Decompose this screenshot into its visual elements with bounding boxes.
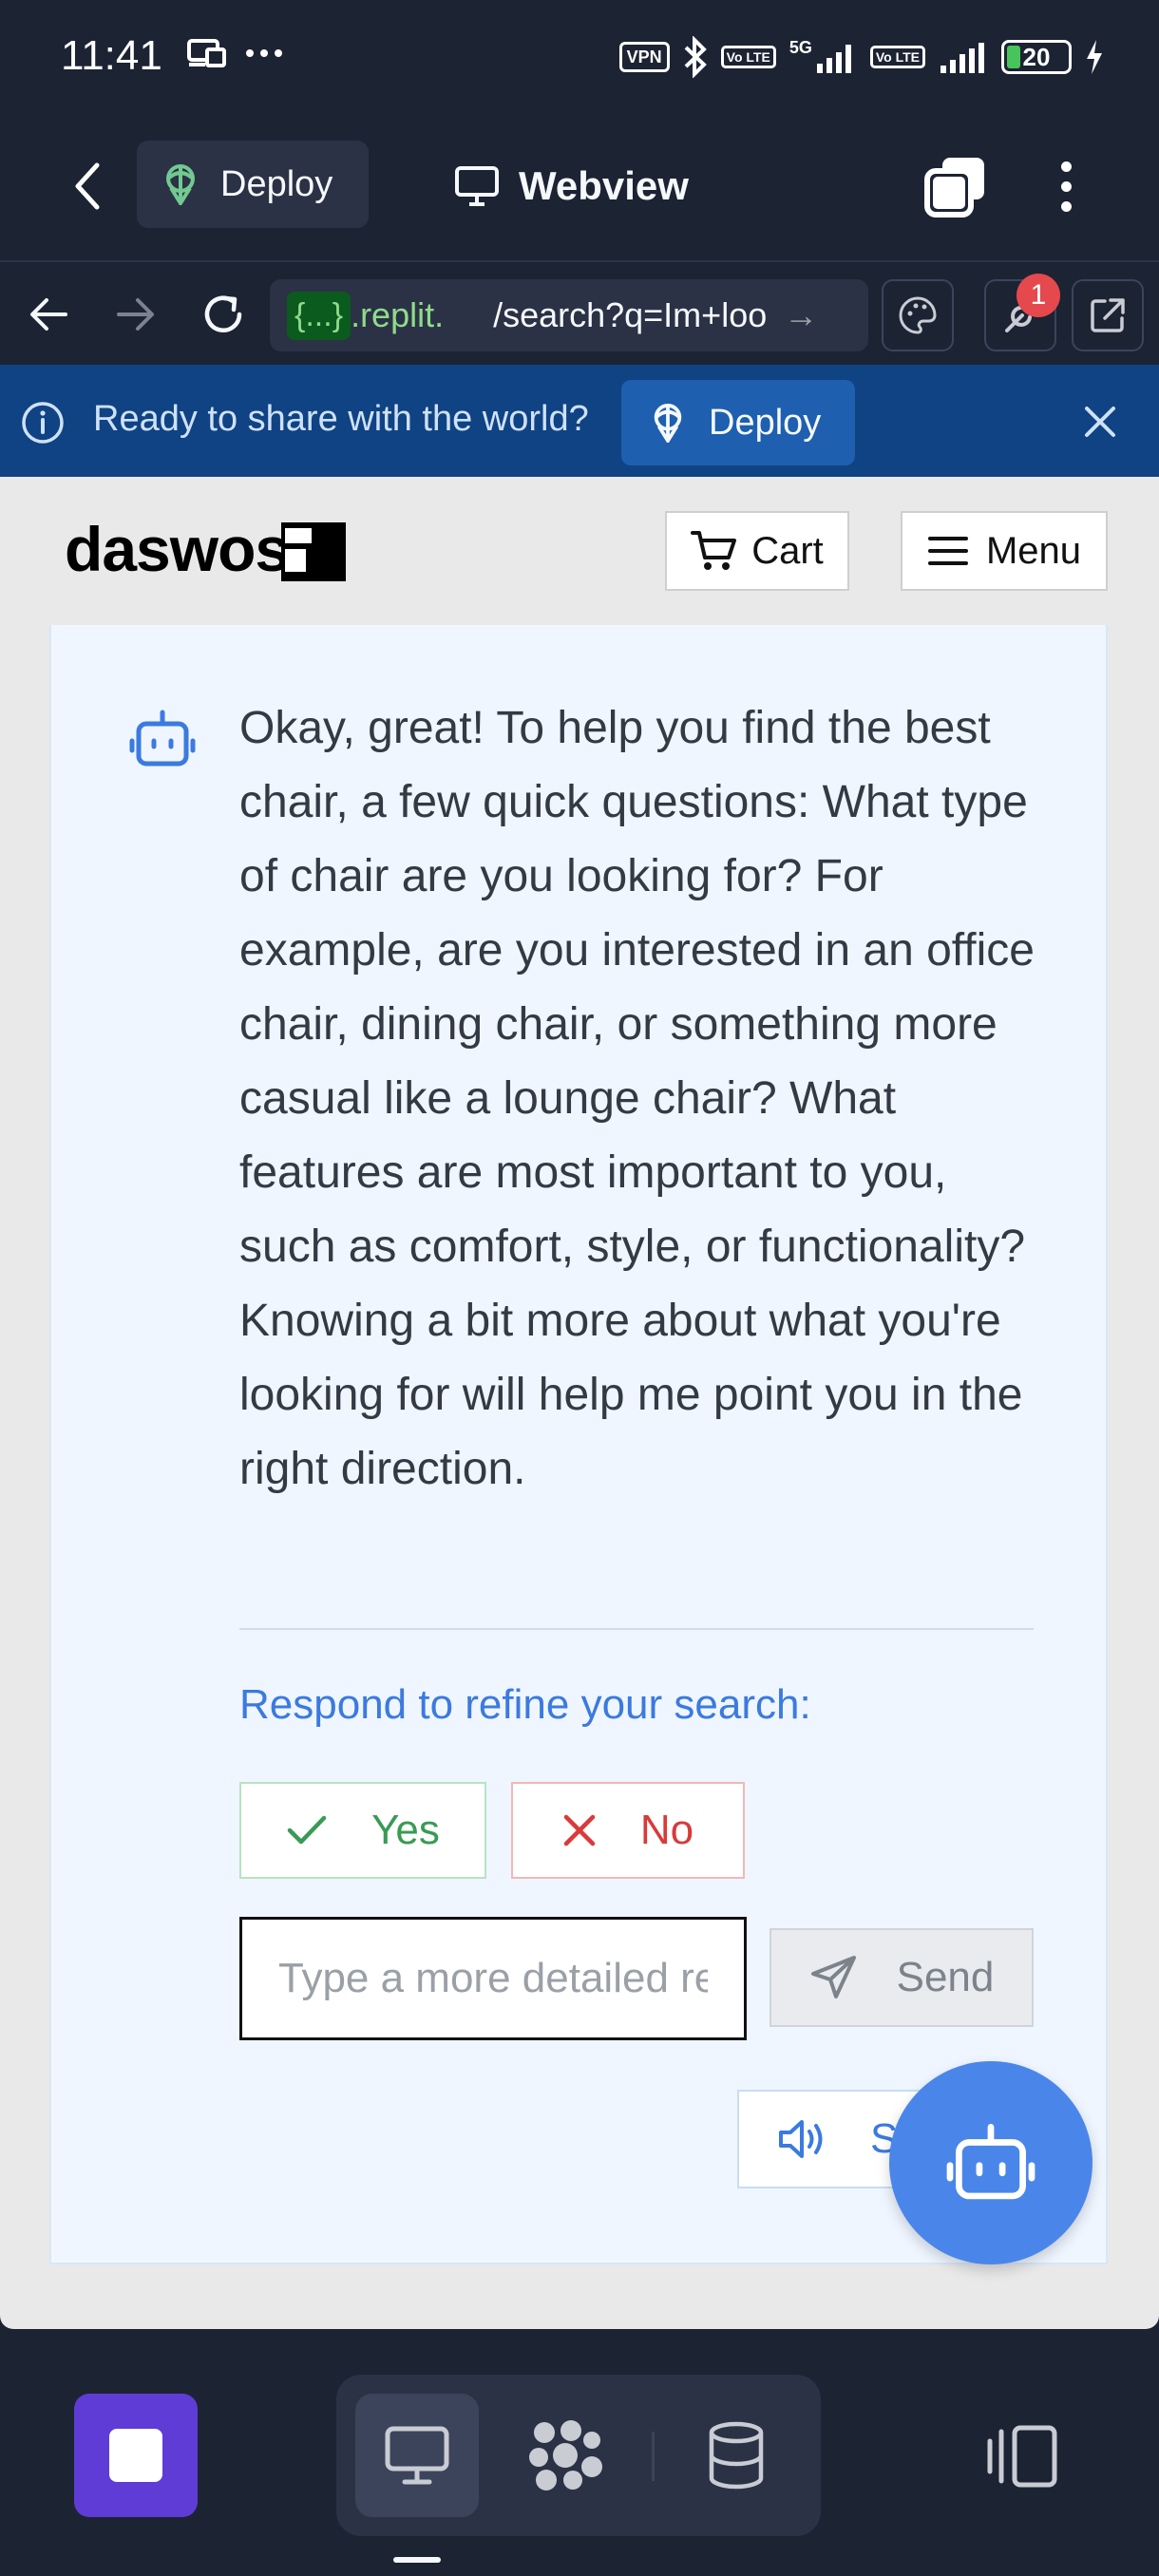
url-path: /search?q=Im+loo: [493, 295, 768, 334]
tabs-icon: [924, 158, 984, 218]
deploy-icon: [166, 164, 195, 205]
more-vertical-icon: [1060, 161, 1072, 172]
workspace-view-button[interactable]: [504, 2394, 627, 2517]
menu-label: Menu: [985, 529, 1082, 572]
robot-icon: [129, 710, 196, 767]
chevron-left-icon: [75, 162, 100, 210]
stop-button[interactable]: [74, 2394, 198, 2517]
status-right-icons: VPN Vo LTE 5G Vo LTE 20: [618, 34, 1104, 80]
segment-separator: [652, 2432, 655, 2481]
reload-button[interactable]: [194, 285, 253, 344]
yes-button[interactable]: Yes: [239, 1782, 486, 1879]
cart-button[interactable]: Cart: [665, 511, 849, 591]
x-icon: [563, 1814, 596, 1847]
external-link-icon: [1091, 298, 1125, 332]
volte-text-1: Vo LTE: [726, 49, 770, 65]
palette-icon: [899, 296, 937, 334]
menu-button[interactable]: Menu: [901, 511, 1108, 591]
more-options-button[interactable]: [1037, 152, 1094, 220]
send-label: Send: [896, 1954, 995, 2000]
deploy-icon: [654, 404, 682, 443]
browser-back-button[interactable]: [19, 285, 78, 344]
send-button[interactable]: Send: [770, 1928, 1034, 2027]
refine-label: Respond to refine your search:: [239, 1681, 811, 1728]
assistant-fab-button[interactable]: [889, 2061, 1092, 2264]
stop-icon: [109, 2429, 162, 2482]
devtools-button[interactable]: 1: [984, 274, 1060, 351]
status-bar: 11:41 VPN Vo LTE 5G Vo LTE 20: [0, 0, 1159, 114]
database-view-button[interactable]: [674, 2394, 798, 2517]
battery-text: 20: [1022, 42, 1051, 71]
signal-bars-icon-2: [940, 43, 984, 73]
check-icon: [287, 1815, 327, 1845]
signal-bars-icon: [816, 45, 851, 73]
close-icon[interactable]: [1079, 401, 1121, 443]
no-label: No: [639, 1807, 694, 1853]
webview-tab-label: Webview: [519, 163, 689, 208]
database-icon: [709, 2421, 764, 2490]
logo-mark-icon: [281, 522, 346, 581]
banner-deploy-button[interactable]: Deploy: [621, 380, 855, 465]
back-button[interactable]: [57, 156, 118, 217]
url-toolbar: {...} .replit. /search?q=Im+loo → 1: [0, 264, 1159, 365]
banner-deploy-label: Deploy: [709, 402, 822, 443]
site-logo[interactable]: daswos: [65, 513, 290, 585]
url-go-icon[interactable]: →: [784, 295, 818, 335]
browser-forward-button[interactable]: [106, 285, 165, 344]
volte-badge-1: Vo LTE: [720, 46, 776, 68]
bluetooth-icon: [684, 36, 707, 78]
url-host: .replit.: [351, 295, 445, 334]
net-5g-label: 5G: [788, 38, 812, 57]
vpn-badge: VPN: [618, 42, 670, 72]
no-button[interactable]: No: [511, 1782, 745, 1879]
send-icon: [810, 1956, 856, 1998]
bottom-toolbar: [0, 2329, 1159, 2576]
reload-icon: [204, 295, 242, 332]
charging-bolt-icon: [1087, 40, 1102, 74]
modules-icon: [529, 2420, 602, 2491]
speaker-icon: [779, 2120, 823, 2158]
arrow-right-icon: [117, 298, 154, 331]
panel-icon[interactable]: [984, 2422, 1060, 2491]
hamburger-icon: [927, 537, 968, 565]
tabs-button[interactable]: [922, 152, 990, 220]
url-chip: {...}: [287, 291, 352, 340]
banner-text: Ready to share with the world?: [93, 399, 589, 439]
replit-header: Deploy Webview: [0, 114, 1159, 262]
status-left-icons: [186, 38, 283, 68]
deploy-tab-label: Deploy: [220, 163, 333, 204]
volte-badge-2: Vo LTE: [869, 46, 925, 68]
deploy-banner: Ready to share with the world? Deploy: [0, 365, 1159, 477]
chat-card: Okay, great! To help you find the best c…: [49, 625, 1108, 2264]
monitor-icon: [385, 2426, 449, 2485]
view-switcher: [336, 2375, 821, 2536]
cart-label: Cart: [751, 529, 824, 572]
preview-view-button[interactable]: [355, 2394, 479, 2517]
open-external-button[interactable]: [1072, 279, 1144, 351]
info-icon: [22, 402, 64, 444]
monitor-icon: [455, 166, 499, 206]
webview-tab[interactable]: Webview: [454, 152, 689, 220]
screen-cast-icon: [187, 39, 226, 67]
signal-5g: 5G: [788, 38, 857, 73]
more-dots-icon: [246, 49, 282, 57]
site-header: daswos Cart Menu: [0, 477, 1159, 625]
volte-text-2: Vo LTE: [875, 49, 920, 65]
battery-indicator: 20: [1001, 40, 1072, 74]
home-indicator[interactable]: [393, 2557, 441, 2563]
notification-badge: 1: [1016, 274, 1060, 317]
robot-icon: [946, 2124, 1036, 2200]
status-time: 11:41: [61, 32, 162, 79]
theme-button[interactable]: [882, 279, 954, 351]
deploy-tab[interactable]: Deploy: [137, 141, 369, 228]
url-field[interactable]: {...} .replit. /search?q=Im+loo →: [270, 279, 868, 351]
yes-label: Yes: [371, 1807, 440, 1853]
cart-icon: [691, 531, 737, 570]
divider: [239, 1628, 1034, 1630]
detailed-response-input[interactable]: [239, 1917, 747, 2040]
arrow-left-icon: [30, 298, 67, 331]
webview-content: daswos Cart Menu Okay, great! To help yo…: [0, 477, 1159, 2329]
assistant-message: Okay, great! To help you find the best c…: [239, 703, 1035, 1494]
